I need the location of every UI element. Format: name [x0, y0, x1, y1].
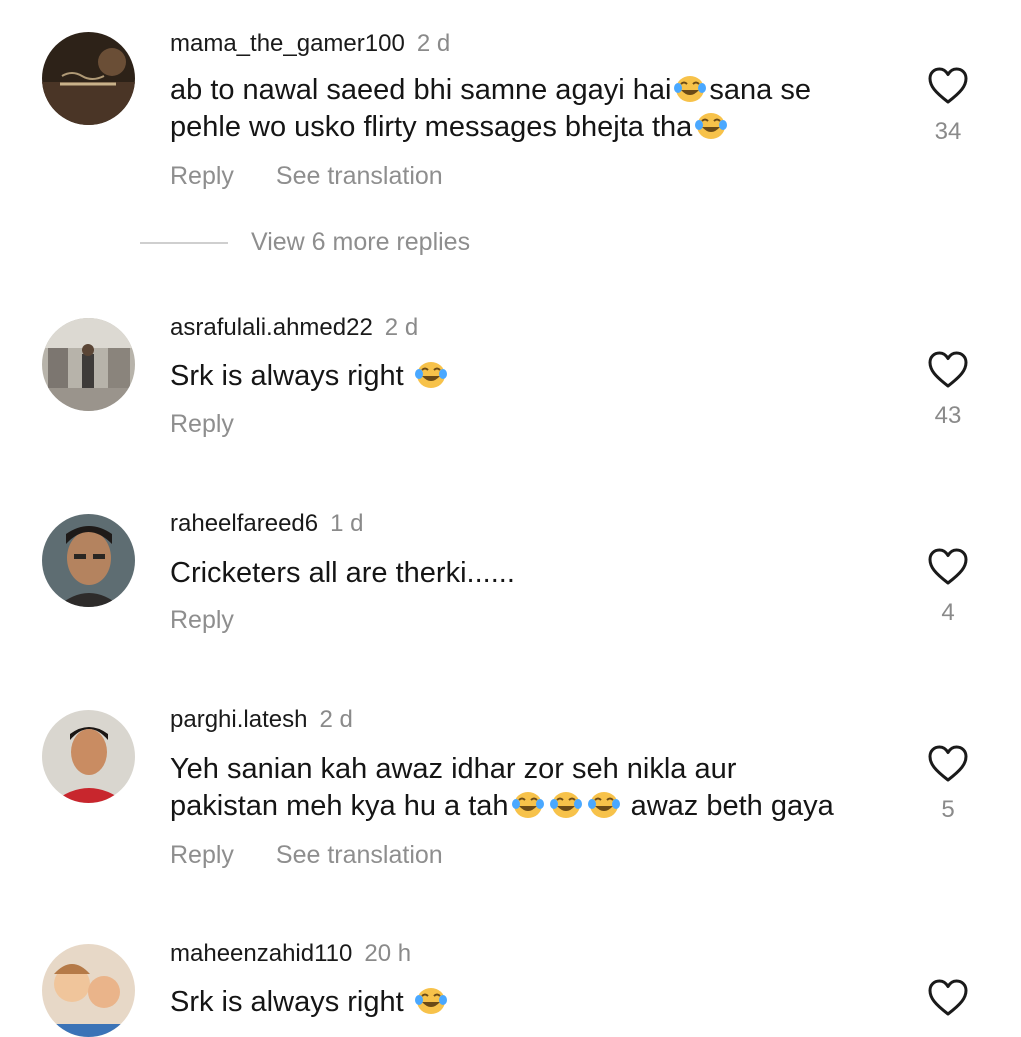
timestamp: 2 d: [319, 706, 353, 733]
username[interactable]: mama_the_gamer100: [170, 30, 405, 57]
username[interactable]: parghi.latesh: [170, 706, 307, 733]
timestamp: 2 d: [384, 314, 419, 341]
reply-button[interactable]: Reply: [170, 841, 234, 869]
comment-text: Srk is always right: [170, 358, 890, 395]
laughing-emoji-icon: [414, 986, 448, 1016]
replies-divider: [140, 242, 228, 244]
username[interactable]: asrafulali.ahmed22: [170, 314, 373, 341]
like-count: 5: [941, 796, 955, 823]
see-translation-button[interactable]: See translation: [276, 162, 443, 190]
comment-text: Yeh sanian kah awaz idhar zor seh nikla …: [170, 753, 834, 822]
laughing-emoji-icon: [549, 790, 583, 820]
like-count: 34: [934, 118, 962, 145]
avatar[interactable]: [42, 318, 135, 411]
avatar[interactable]: [42, 32, 135, 125]
reply-button[interactable]: Reply: [170, 410, 234, 438]
laughing-emoji-icon: [587, 790, 621, 820]
heart-icon[interactable]: [927, 66, 969, 106]
heart-icon[interactable]: [927, 978, 969, 1018]
comment-text: Srk is always right: [170, 984, 890, 1021]
heart-icon[interactable]: [927, 744, 969, 784]
like-count: 4: [941, 599, 955, 626]
comment-text: Cricketers all are therki......: [170, 557, 515, 589]
reply-button[interactable]: Reply: [170, 162, 234, 190]
like-count: 43: [934, 402, 962, 429]
avatar[interactable]: [42, 944, 135, 1037]
reply-button[interactable]: Reply: [170, 606, 234, 634]
heart-icon[interactable]: [927, 350, 969, 390]
laughing-emoji-icon: [414, 360, 448, 390]
heart-icon[interactable]: [927, 547, 969, 587]
see-translation-button[interactable]: See translation: [276, 841, 443, 869]
laughing-emoji-icon: [511, 790, 545, 820]
view-replies-label[interactable]: View 6 more replies: [251, 228, 470, 257]
laughing-emoji-icon: [694, 111, 728, 141]
laughing-emoji-icon: [673, 74, 707, 104]
avatar[interactable]: [42, 514, 135, 607]
timestamp: 2 d: [416, 30, 451, 57]
comment-text: ab to nawal saeed bhi samne agayi hai san…: [170, 74, 811, 143]
timestamp: 1 d: [330, 510, 364, 537]
avatar[interactable]: [42, 710, 135, 803]
username[interactable]: raheelfareed6: [170, 510, 318, 537]
timestamp: 20 h: [364, 940, 412, 967]
username[interactable]: maheenzahid110: [170, 940, 352, 967]
